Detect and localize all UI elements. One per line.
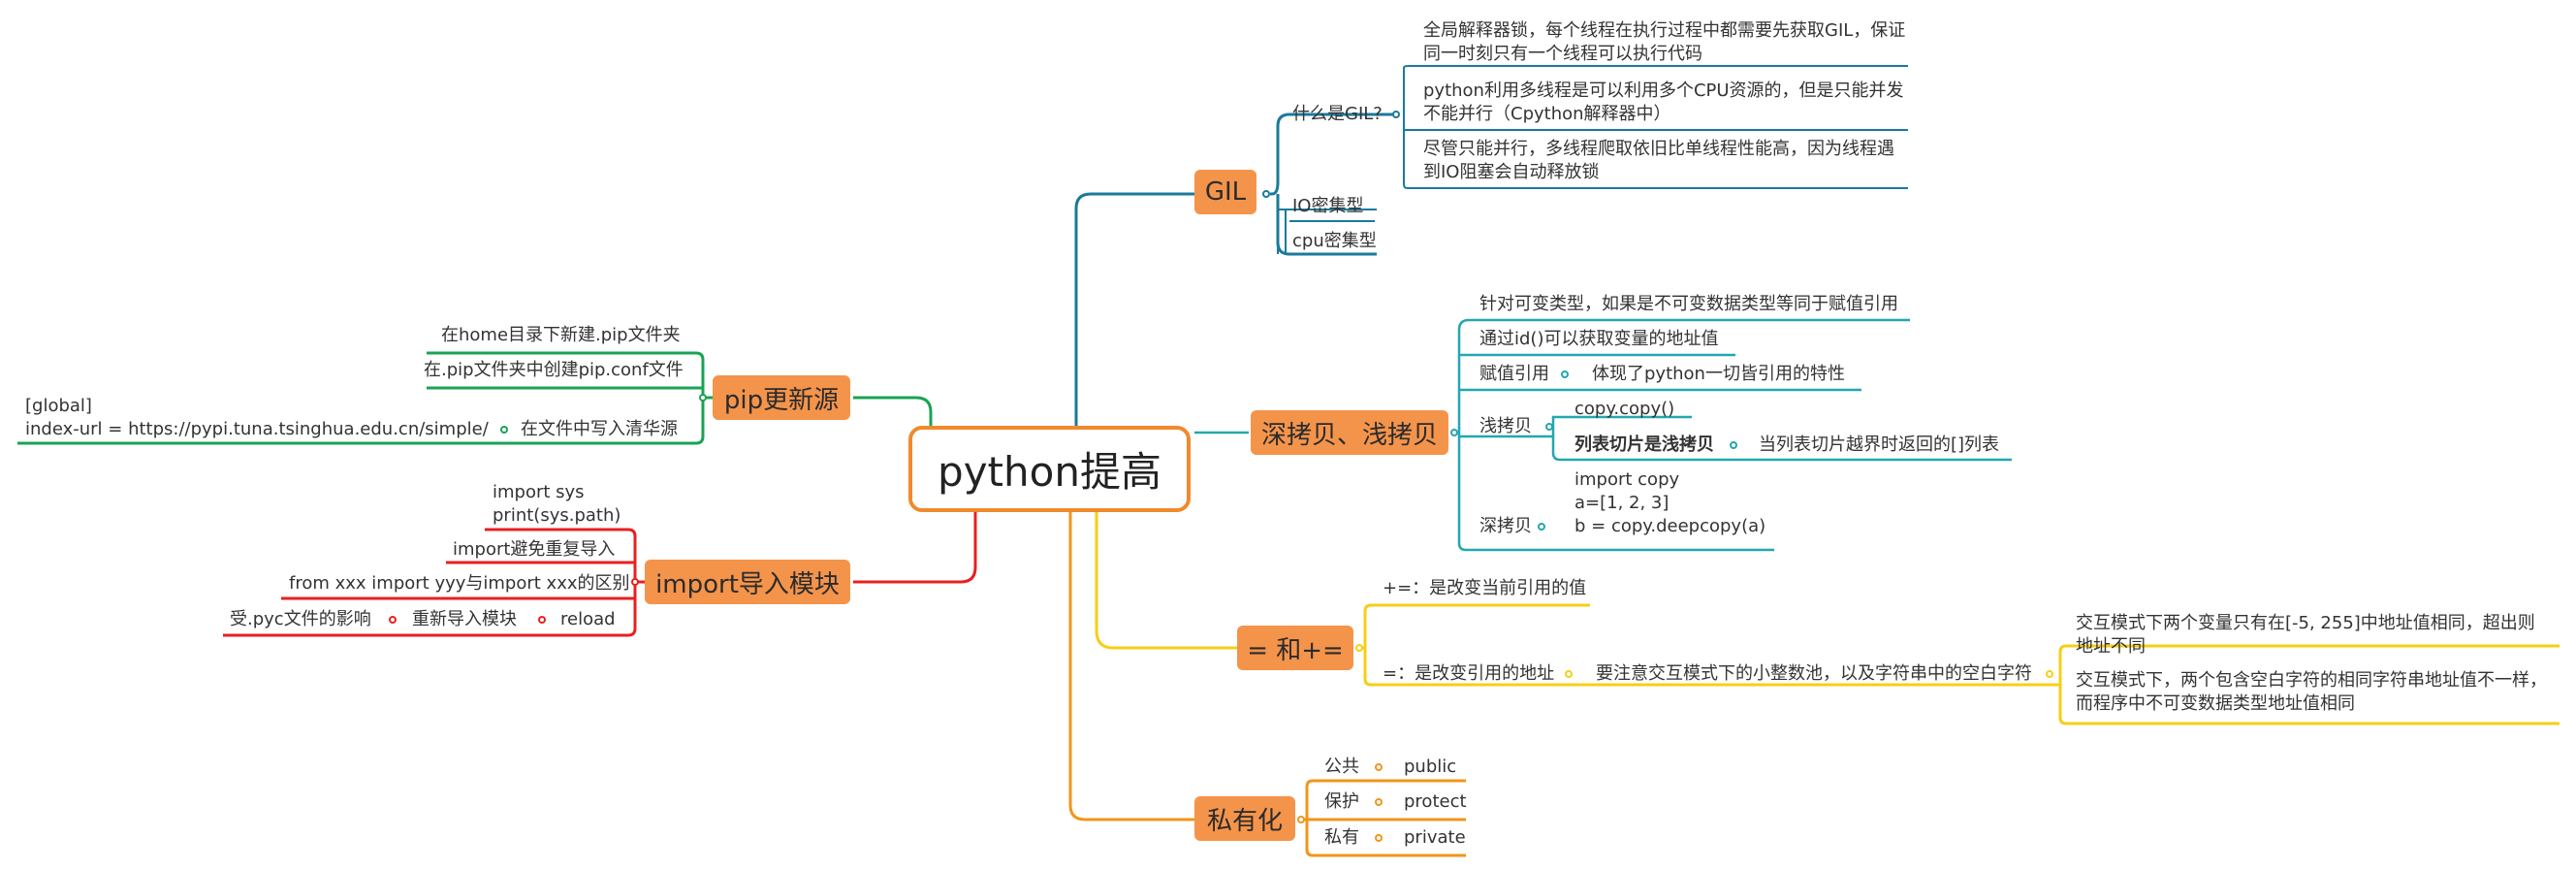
link-dot-icon [1565, 670, 1573, 678]
copy-shallow-b[interactable]: 列表切片是浅拷贝 [1574, 434, 1714, 457]
import-pyc[interactable]: 受.pyc文件的影响 [230, 608, 371, 631]
collapse-toggle-icon[interactable] [1297, 816, 1305, 823]
copy-shallow-a[interactable]: copy.copy() [1574, 398, 1674, 421]
topic-eq[interactable]: = 和+= [1237, 626, 1353, 670]
topic-pip[interactable]: pip更新源 [713, 375, 850, 420]
topic-import[interactable]: import导入模块 [645, 560, 850, 604]
pip-config-2[interactable]: index-url = https://pypi.tuna.tsinghua.e… [25, 418, 489, 441]
pip-step-1[interactable]: 在home目录下新建.pip文件夹 [441, 324, 681, 347]
priv-private-en[interactable]: private [1404, 826, 1466, 850]
copy-deep[interactable]: 深拷贝 [1479, 515, 1532, 538]
gil-io[interactable]: IO密集型 [1292, 195, 1363, 218]
priv-public-en[interactable]: public [1404, 756, 1456, 779]
collapse-toggle-icon[interactable] [1262, 190, 1270, 198]
import-reload-item[interactable]: reload [560, 608, 616, 631]
copy-deep-code-3[interactable]: b = copy.deepcopy(a) [1574, 515, 1765, 538]
copy-c1[interactable]: 针对可变类型，如果是不可变数据类型等同于赋值引用 [1479, 293, 1898, 316]
link-dot-icon [1375, 763, 1383, 771]
gil-desc-2[interactable]: python利用多线程是可以利用多个CPU资源的，但是只能并发不能并行（Cpyt… [1423, 80, 1908, 126]
import-code-1[interactable]: import sys [493, 481, 585, 504]
collapse-toggle-icon[interactable] [1392, 111, 1400, 118]
link-dot-icon [500, 426, 508, 434]
collapse-toggle-icon[interactable] [2046, 670, 2053, 678]
pip-config-1[interactable]: [global] [25, 395, 92, 418]
import-from-diff[interactable]: from xxx import yyy与import xxx的区别 [289, 572, 630, 595]
collapse-toggle-icon[interactable] [1355, 644, 1363, 652]
gil-desc-1[interactable]: 全局解释器锁，每个线程在执行过程中都需要先获取GIL，保证同一时刻只有一个线程可… [1423, 19, 1908, 66]
priv-public-cn[interactable]: 公共 [1324, 756, 1359, 779]
eq-note[interactable]: 要注意交互模式下的小整数池，以及字符串中的空白字符 [1596, 662, 2032, 686]
collapse-toggle-icon[interactable] [1450, 429, 1458, 436]
eq-note-2[interactable]: 交互模式下，两个包含空白字符的相同字符串地址值不一样，而程序中不可变数据类型地址… [2076, 669, 2551, 716]
link-dot-icon [1538, 523, 1545, 531]
eq-assign[interactable]: =：是改变引用的地址 [1383, 662, 1554, 686]
import-code-2[interactable]: print(sys.path) [493, 504, 620, 528]
pip-step-3[interactable]: 在文件中写入清华源 [521, 418, 678, 441]
copy-deep-code-2[interactable]: a=[1, 2, 3] [1574, 492, 1669, 515]
priv-private-cn[interactable]: 私有 [1324, 826, 1359, 850]
root-topic[interactable]: python提高 [908, 426, 1191, 512]
import-reimport[interactable]: 重新导入模块 [412, 608, 517, 631]
collapse-toggle-icon[interactable] [631, 578, 639, 586]
gil-desc-3[interactable]: 尽管只能并行，多线程爬取依旧比单线程性能高，因为线程遇到IO阻塞会自动释放锁 [1423, 138, 1908, 184]
eq-plus[interactable]: +=：是改变当前引用的值 [1383, 577, 1586, 600]
topic-gil[interactable]: GIL [1194, 170, 1256, 214]
eq-note-1[interactable]: 交互模式下两个变量只有在[-5, 255]中地址值相同，超出则地址不同 [2076, 612, 2551, 659]
pip-step-2[interactable]: 在.pip文件夹中创建pip.conf文件 [424, 359, 684, 382]
import-avoid-repeat[interactable]: import避免重复导入 [453, 538, 615, 562]
topic-copy[interactable]: 深拷贝、浅拷贝 [1251, 410, 1448, 455]
copy-deep-code-1[interactable]: import copy [1574, 468, 1679, 492]
copy-assign[interactable]: 赋值引用 [1479, 363, 1549, 386]
priv-protect-en[interactable]: protect [1404, 790, 1467, 814]
copy-shallow-b-note[interactable]: 当列表切片越界时返回的[]列表 [1759, 434, 1999, 457]
link-dot-icon [538, 616, 546, 624]
link-dot-icon [1730, 441, 1737, 449]
link-dot-icon [1561, 370, 1569, 378]
gil-what[interactable]: 什么是GIL? [1292, 103, 1383, 126]
collapse-toggle-icon[interactable] [699, 394, 707, 402]
gil-cpu[interactable]: cpu密集型 [1292, 230, 1377, 253]
copy-shallow[interactable]: 浅拷贝 [1479, 415, 1532, 438]
link-dot-icon [1375, 834, 1383, 842]
collapse-toggle-icon[interactable] [389, 616, 397, 624]
link-dot-icon [1375, 798, 1383, 806]
copy-assign-note[interactable]: 体现了python一切皆引用的特性 [1592, 363, 1845, 386]
topic-private[interactable]: 私有化 [1194, 796, 1295, 841]
collapse-toggle-icon[interactable] [1545, 423, 1553, 431]
copy-c2[interactable]: 通过id()可以获取变量的地址值 [1479, 328, 1718, 351]
priv-protect-cn[interactable]: 保护 [1324, 790, 1359, 814]
